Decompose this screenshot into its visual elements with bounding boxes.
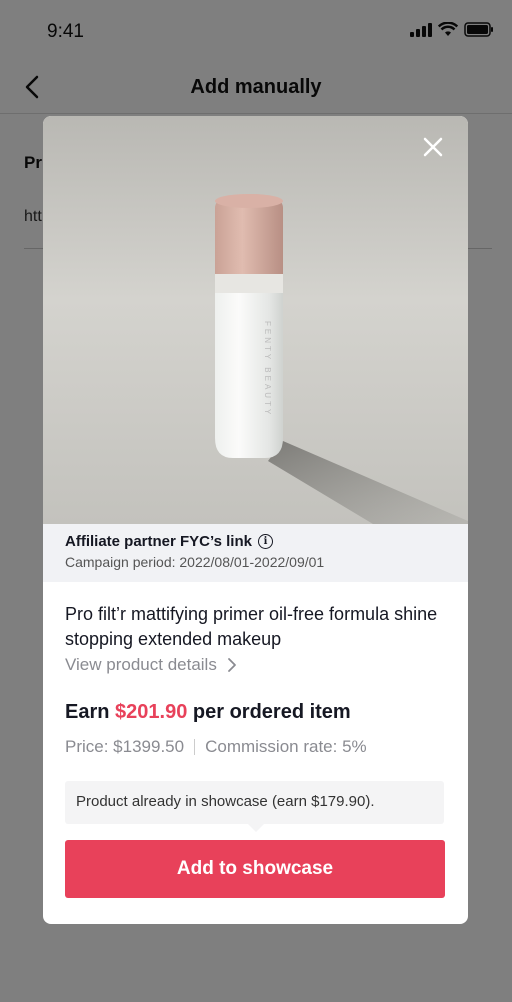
price-line: Price: $1399.50 Commission rate: 5% [65,737,367,757]
earn-prefix: Earn [65,701,110,723]
affiliate-title: Affiliate partner FYC’s link [65,533,252,550]
affiliate-bar: Affiliate partner FYC’s link i Campaign … [43,524,468,582]
product-image: FENTY BEAUTY [43,116,468,524]
chevron-right-icon [227,658,236,672]
earn-amount: $201.90 [115,701,188,723]
view-details-label: View product details [65,655,217,674]
bottle-brand-text: FENTY BEAUTY [263,321,272,417]
showcase-notice: Product already in showcase (earn $179.9… [65,781,444,824]
divider [194,739,196,755]
campaign-period: Campaign period: 2022/08/01-2022/09/01 [65,554,325,570]
commission-rate: Commission rate: 5% [205,737,367,756]
earn-line: Earn $201.90 per ordered item [65,701,351,724]
notice-tail [248,824,264,832]
affiliate-title-row: Affiliate partner FYC’s link i [65,533,446,550]
view-product-details-link[interactable]: View product details [65,655,237,675]
info-icon[interactable]: i [257,534,273,549]
add-to-showcase-button[interactable]: Add to showcase [65,840,445,898]
close-icon[interactable] [418,132,448,162]
add-product-modal: FENTY BEAUTY Affiliate partner FYC’s lin… [43,116,468,924]
product-title: Pro filt’r mattifying primer oil-free fo… [65,604,438,649]
earn-suffix: per ordered item [192,701,351,723]
price: Price: $1399.50 [65,737,185,756]
